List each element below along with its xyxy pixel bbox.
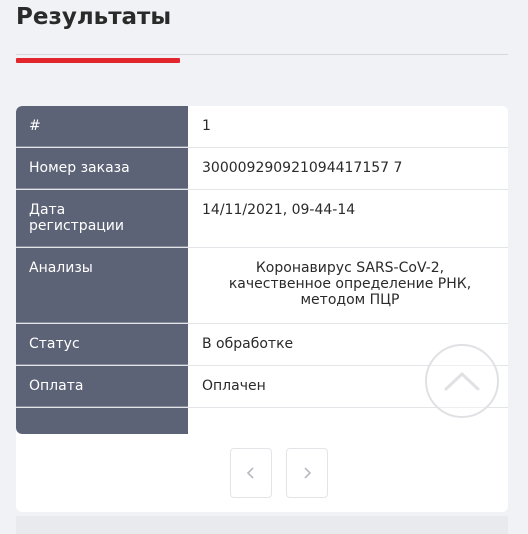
results-page: Результаты # 1 Номер заказа 300009290921… [0,0,528,534]
chevron-left-icon [246,467,254,479]
prev-page-button[interactable] [230,448,272,498]
row-label: # [16,106,188,147]
pagination [230,448,328,498]
analyses-value: Коронавирус SARS-CoV-2, качественное опр… [188,248,508,323]
footer-strip [16,516,508,534]
registration-date-value: 14/11/2021, 09-44-14 [188,190,508,247]
title-divider [16,54,508,55]
row-label: Оплата [16,366,188,407]
row-value: 1 [188,106,508,147]
row-label [16,408,188,434]
row-label: Статус [16,324,188,365]
row-label: Номер заказа [16,148,188,189]
table-row: Номер заказа 300009290921094417157 7 [16,148,508,190]
table-row: Дата регистрации 14/11/2021, 09-44-14 [16,190,508,248]
chevron-right-icon [304,467,312,479]
row-label: Дата регистрации [16,190,188,247]
next-page-button[interactable] [286,448,328,498]
table-row: # 1 [16,106,508,148]
page-title: Результаты [16,4,172,30]
row-label: Анализы [16,248,188,323]
chevron-up-icon [444,372,480,391]
order-number-value: 300009290921094417157 7 [188,148,508,189]
table-row: Анализы Коронавирус SARS-CoV-2, качестве… [16,248,508,324]
table-row [16,408,508,434]
title-accent-bar [16,58,180,63]
scroll-to-top-button[interactable] [425,344,499,418]
